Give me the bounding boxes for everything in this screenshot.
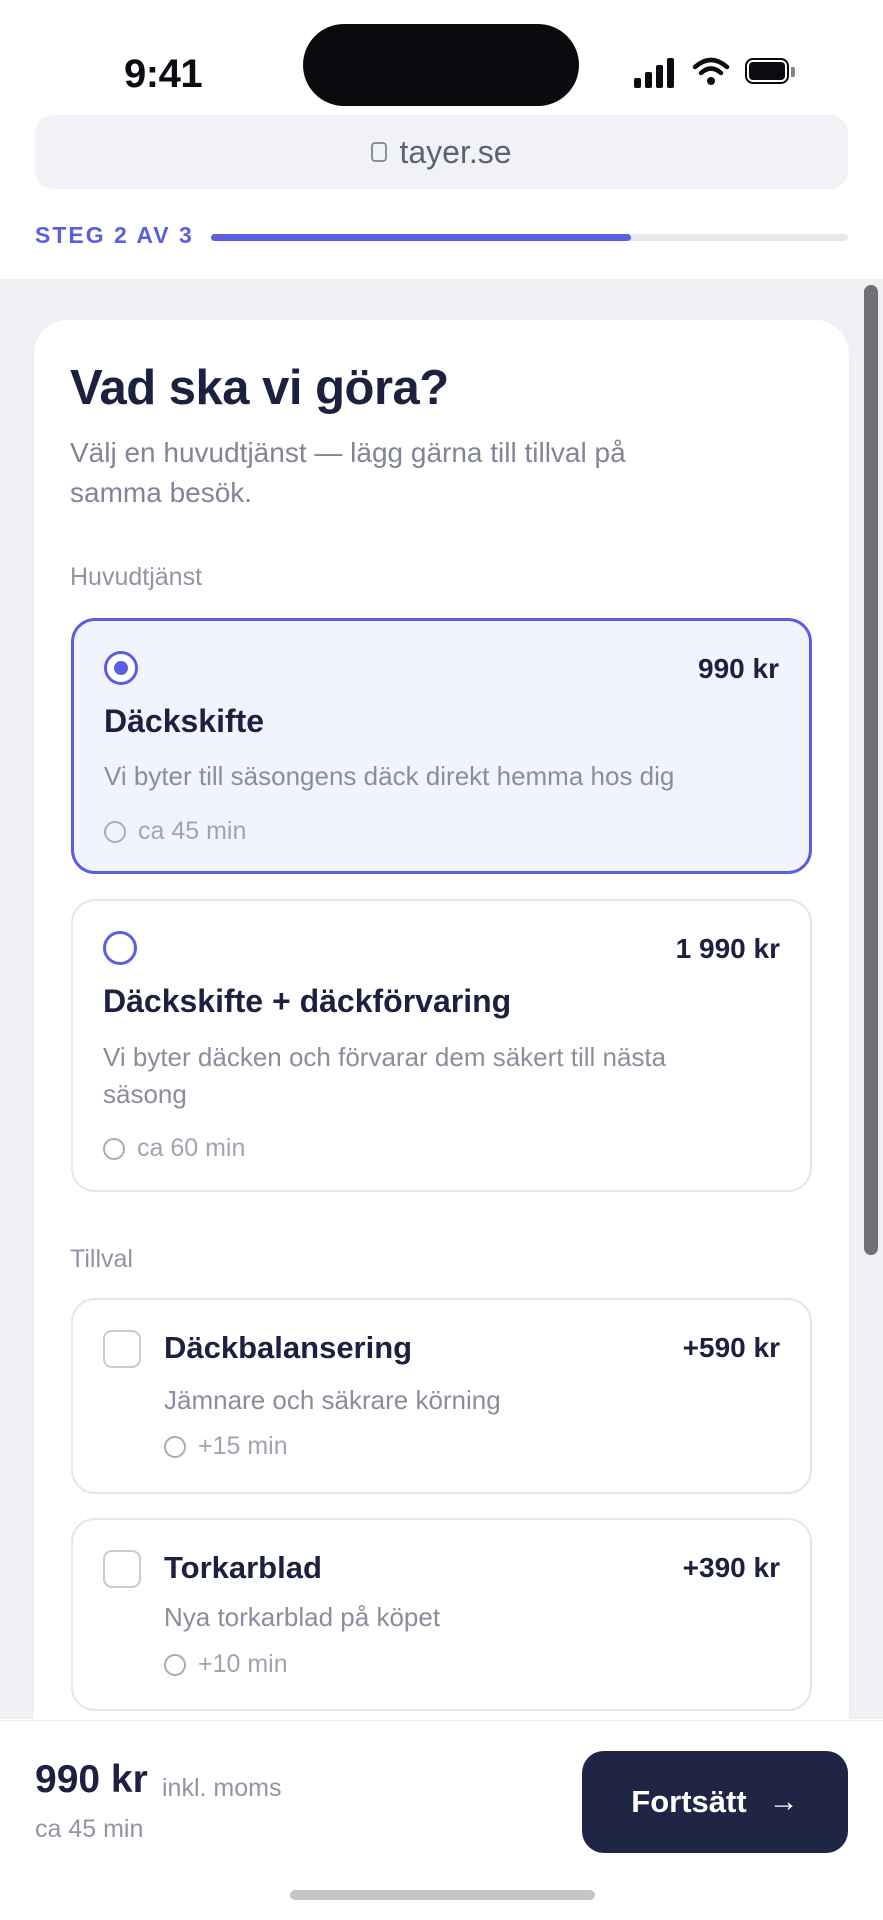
clock-icon [164, 1435, 186, 1458]
wifi-icon [692, 57, 730, 85]
phone-screen: 9:41 tayer.se STEG 2 AV 3 Vad ska vi gör… [0, 0, 883, 1920]
battery-icon [745, 58, 795, 86]
status-time: 9:41 [124, 52, 203, 96]
url-text: tayer.se [399, 133, 512, 170]
service-price: 1 990 kr [675, 933, 780, 964]
total-price: 990 kr [35, 1758, 148, 1801]
addon-description: Jämnare och säkrare körning [164, 1385, 501, 1415]
addon-duration: +15 min [164, 1432, 288, 1461]
page-icon [371, 142, 388, 162]
continue-button[interactable]: Fortsätt → [582, 1751, 848, 1853]
service-option-tire-change-storage[interactable]: 1 990 kr Däckskifte + däckförvaring Vi b… [71, 899, 812, 1192]
service-duration: ca 45 min [104, 817, 246, 846]
step-indicator: STEG 2 AV 3 [35, 222, 194, 248]
service-price: 990 kr [698, 653, 779, 684]
clock-icon [104, 820, 126, 843]
progress-track [211, 234, 848, 241]
main-service-label: Huvudtjänst [70, 563, 203, 591]
vat-note: inkl. moms [162, 1774, 282, 1802]
addon-wiper-blades[interactable]: Torkarblad +390 kr Nya torkarblad på köp… [71, 1518, 812, 1711]
addon-balancing[interactable]: Däckbalansering +590 kr Jämnare och säkr… [71, 1298, 812, 1494]
service-title: Däckskifte [104, 703, 265, 739]
addon-price: +390 kr [682, 1552, 780, 1583]
radio-unselected[interactable] [103, 931, 137, 965]
addon-description: Nya torkarblad på köpet [164, 1602, 441, 1632]
status-bar: 9:41 [0, 0, 883, 110]
service-duration: ca 60 min [103, 1134, 245, 1163]
total-duration: ca 45 min [35, 1815, 144, 1843]
service-description: Vi byter till säsongens däck direkt hemm… [104, 761, 675, 791]
addon-checkbox[interactable] [103, 1330, 141, 1368]
continue-label: Fortsätt [631, 1784, 747, 1819]
addon-title: Torkarblad [164, 1550, 322, 1585]
service-title: Däckskifte + däckförvaring [103, 983, 512, 1019]
page-subtitle: Välj en huvudtjänst — lägg gärna till ti… [70, 437, 626, 508]
cellular-signal-icon [634, 58, 676, 88]
clock-icon [103, 1137, 125, 1160]
addon-price: +590 kr [682, 1332, 780, 1363]
scrollbar[interactable] [864, 285, 878, 1255]
page-title: Vad ska vi göra? [70, 361, 449, 415]
service-option-tire-change[interactable]: 990 kr Däckskifte Vi byter till säsongen… [71, 618, 812, 874]
clock-icon [164, 1653, 186, 1676]
home-indicator[interactable] [290, 1890, 595, 1900]
service-description: Vi byter däcken och förvarar dem säkert … [103, 1042, 667, 1109]
address-bar[interactable]: tayer.se [35, 115, 848, 189]
radio-selected[interactable] [104, 651, 138, 685]
progress-fill [211, 234, 632, 241]
dynamic-island [303, 24, 579, 106]
addons-label: Tillval [70, 1245, 133, 1273]
addon-title: Däckbalansering [164, 1330, 413, 1365]
addon-duration: +10 min [164, 1650, 288, 1679]
arrow-right-icon: → [768, 1785, 799, 1818]
addon-checkbox[interactable] [103, 1550, 141, 1588]
